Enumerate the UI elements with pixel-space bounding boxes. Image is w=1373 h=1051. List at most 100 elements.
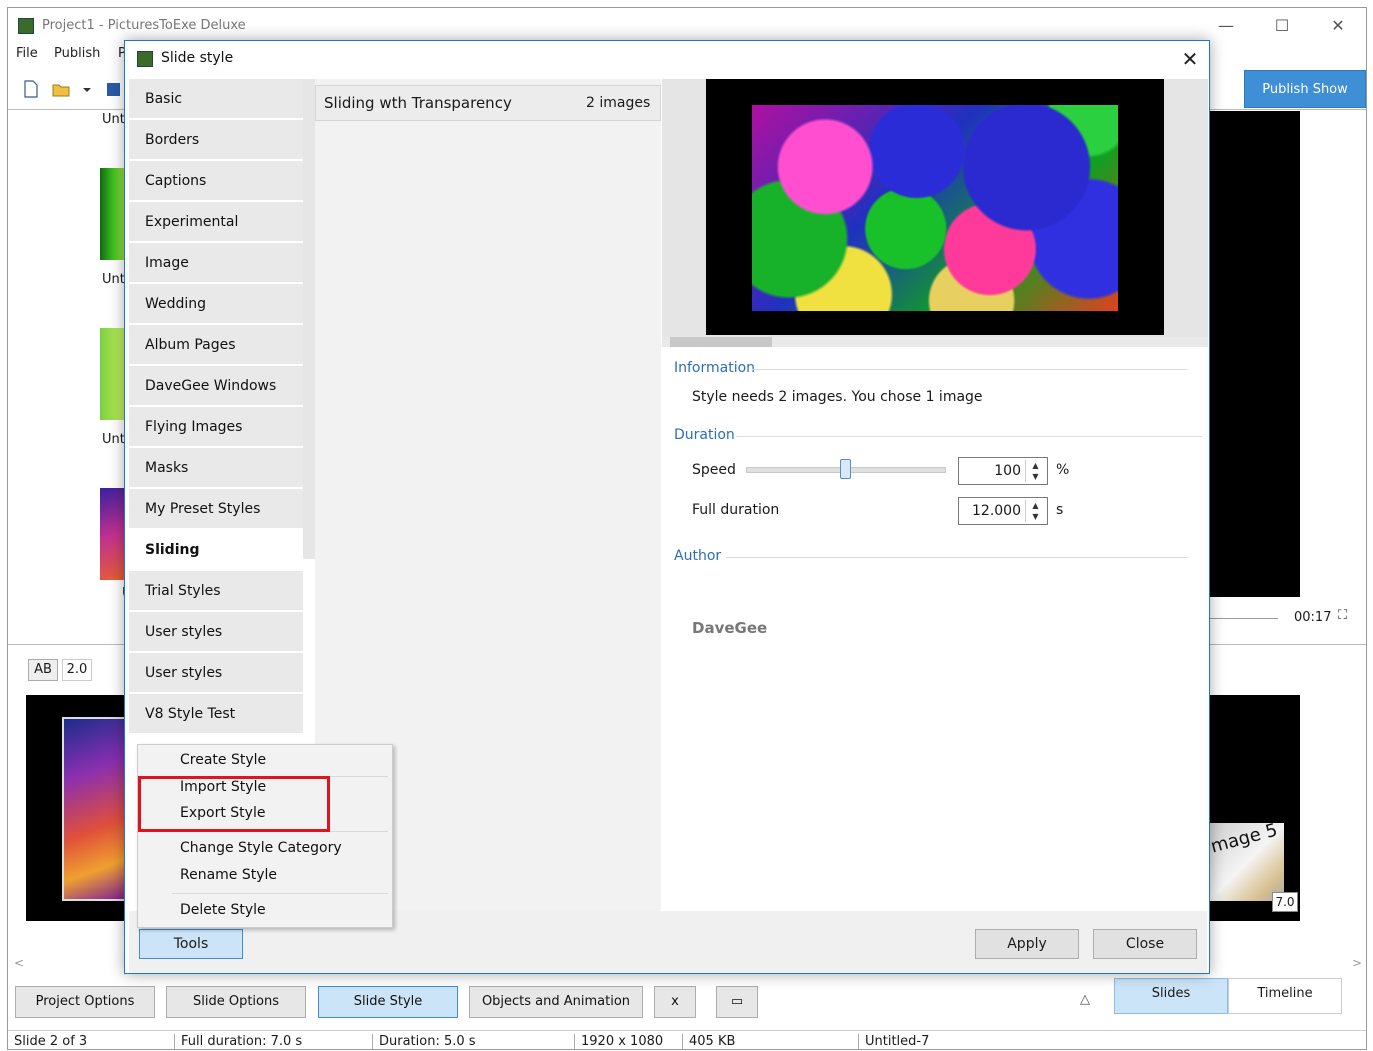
tools-button[interactable]: Tools	[139, 929, 243, 959]
status-resolution: 1920 x 1080	[574, 1034, 663, 1049]
app-icon	[18, 18, 34, 34]
category-item[interactable]: Captions	[129, 161, 303, 201]
fullscreen-icon[interactable]: ⛶	[1338, 608, 1347, 623]
category-item[interactable]: Borders	[129, 120, 303, 160]
style-preview	[662, 79, 1208, 347]
full-duration-unit: s	[1056, 502, 1064, 518]
preview-scroll-thumb[interactable]	[670, 337, 772, 347]
category-item[interactable]: My Preset Styles	[129, 489, 303, 529]
style-image-count: 2 images	[586, 95, 651, 111]
information-text: Style needs 2 images. You chose 1 image	[692, 389, 983, 405]
author-name: DaveGee	[692, 619, 768, 637]
ab-value: 2.0	[62, 659, 92, 681]
project-options-button[interactable]: Project Options	[15, 986, 155, 1018]
x-button[interactable]: x	[654, 986, 696, 1018]
full-duration-label: Full duration	[692, 502, 780, 518]
highlight-annotation-box	[138, 776, 330, 832]
save-icon[interactable]	[106, 80, 120, 98]
category-item[interactable]: Masks	[129, 448, 303, 488]
menu-separator	[172, 893, 388, 894]
new-file-icon[interactable]	[22, 80, 40, 98]
close-window-button[interactable]: ✕	[1318, 14, 1358, 38]
category-item[interactable]: V8 Style Test	[129, 694, 303, 734]
menu-rename-style[interactable]: Rename Style	[180, 867, 277, 883]
screen-icon[interactable]: ▭	[716, 986, 758, 1018]
category-item[interactable]: Basic	[129, 79, 303, 119]
tab-timeline[interactable]: Timeline	[1228, 978, 1342, 1014]
slide-options-button[interactable]: Slide Options	[166, 986, 306, 1018]
category-item[interactable]: User styles	[129, 612, 303, 652]
speed-slider-thumb[interactable]	[840, 459, 851, 479]
category-item[interactable]: Album Pages	[129, 325, 303, 365]
publish-show-button[interactable]: Publish Show	[1244, 70, 1366, 108]
timeline-slide[interactable]	[26, 695, 136, 921]
slide-label: Unt	[102, 272, 125, 287]
speed-value: 100	[994, 463, 1021, 479]
slide-style-button[interactable]: Slide Style	[318, 986, 458, 1018]
dialog-close-button[interactable]: ✕	[1175, 45, 1205, 73]
ab-badge[interactable]: AB	[28, 659, 58, 681]
scroll-left-icon[interactable]: <	[14, 956, 24, 970]
speed-unit: %	[1056, 462, 1070, 478]
status-slide: Slide 2 of 3	[14, 1034, 88, 1049]
category-item[interactable]: Wedding	[129, 284, 303, 324]
information-heading: Information	[674, 360, 756, 376]
collapse-triangle-icon[interactable]: △	[1080, 992, 1090, 1007]
time-progress-line[interactable]	[1210, 618, 1278, 619]
tools-menu: Create Style Import Style Export Style C…	[137, 744, 393, 928]
menu-publish[interactable]: Publish	[54, 46, 100, 61]
dialog-titlebar: Slide style ✕	[125, 41, 1209, 77]
duration-heading: Duration	[674, 427, 735, 443]
style-name: Sliding wth Transparency	[324, 94, 512, 112]
maximize-button[interactable]: ☐	[1262, 14, 1302, 38]
status-bar: Slide 2 of 3 Full duration: 7.0 s Durati…	[8, 1030, 1366, 1051]
preview-frame	[706, 79, 1164, 335]
full-duration-spinbox[interactable]: 12.000 ▲ ▼	[958, 497, 1048, 525]
category-item[interactable]: Flying Images	[129, 407, 303, 447]
category-item[interactable]: Experimental	[129, 202, 303, 242]
menu-change-style-category[interactable]: Change Style Category	[180, 840, 342, 856]
category-item[interactable]: Trial Styles	[129, 571, 303, 611]
status-project: Untitled-7	[858, 1034, 929, 1049]
time-readout: 00:17	[1294, 610, 1332, 625]
category-scrollbar[interactable]	[303, 79, 315, 559]
preview-scrollbar[interactable]	[662, 337, 1208, 347]
minimize-button[interactable]: —	[1206, 14, 1246, 38]
close-button[interactable]: Close	[1093, 929, 1197, 959]
style-list-item[interactable]: Sliding wth Transparency 2 images	[315, 85, 661, 121]
scroll-right-icon[interactable]: >	[1352, 956, 1362, 970]
menu-create-style[interactable]: Create Style	[180, 752, 266, 768]
objects-and-animation-button[interactable]: Objects and Animation	[469, 986, 643, 1018]
dropdown-arrow-icon[interactable]	[82, 80, 92, 98]
divider	[752, 369, 1188, 370]
preview-image	[752, 105, 1118, 311]
preview-pane	[1210, 111, 1300, 597]
divider	[736, 436, 1202, 437]
dialog-title: Slide style	[161, 50, 234, 66]
main-titlebar: Project1 - PicturesToExe Deluxe — ☐ ✕	[8, 8, 1366, 44]
spin-arrows-icon[interactable]: ▲ ▼	[1025, 500, 1045, 522]
full-duration-value: 12.000	[972, 503, 1021, 519]
slide-label: Unt	[102, 112, 125, 127]
app-title: Project1 - PicturesToExe Deluxe	[42, 18, 246, 33]
category-item[interactable]: User styles	[129, 653, 303, 693]
category-item[interactable]: Image	[129, 243, 303, 283]
spin-arrows-icon[interactable]: ▲ ▼	[1025, 460, 1045, 482]
timeline-slide[interactable]	[1208, 695, 1300, 921]
info-panel: Information Style needs 2 images. You ch…	[662, 347, 1208, 911]
dialog-icon	[137, 51, 153, 67]
slide-thumbnail[interactable]	[100, 328, 126, 420]
open-folder-icon[interactable]	[52, 80, 70, 98]
speed-label: Speed	[692, 462, 736, 478]
slide-thumbnail[interactable]	[100, 168, 126, 260]
speed-spinbox[interactable]: 100 ▲ ▼	[958, 457, 1048, 485]
menu-delete-style[interactable]: Delete Style	[180, 902, 266, 918]
apply-button[interactable]: Apply	[975, 929, 1079, 959]
category-list: Basic Borders Captions Experimental Image Wed…	[129, 79, 307, 739]
menu-file[interactable]: File	[16, 46, 38, 61]
category-item[interactable]: DaveGee Windows	[129, 366, 303, 406]
slide-thumbnail[interactable]	[100, 488, 126, 580]
status-size: 405 KB	[682, 1034, 735, 1049]
tab-slides[interactable]: Slides	[1114, 978, 1228, 1014]
category-item[interactable]: Sliding	[129, 530, 303, 570]
